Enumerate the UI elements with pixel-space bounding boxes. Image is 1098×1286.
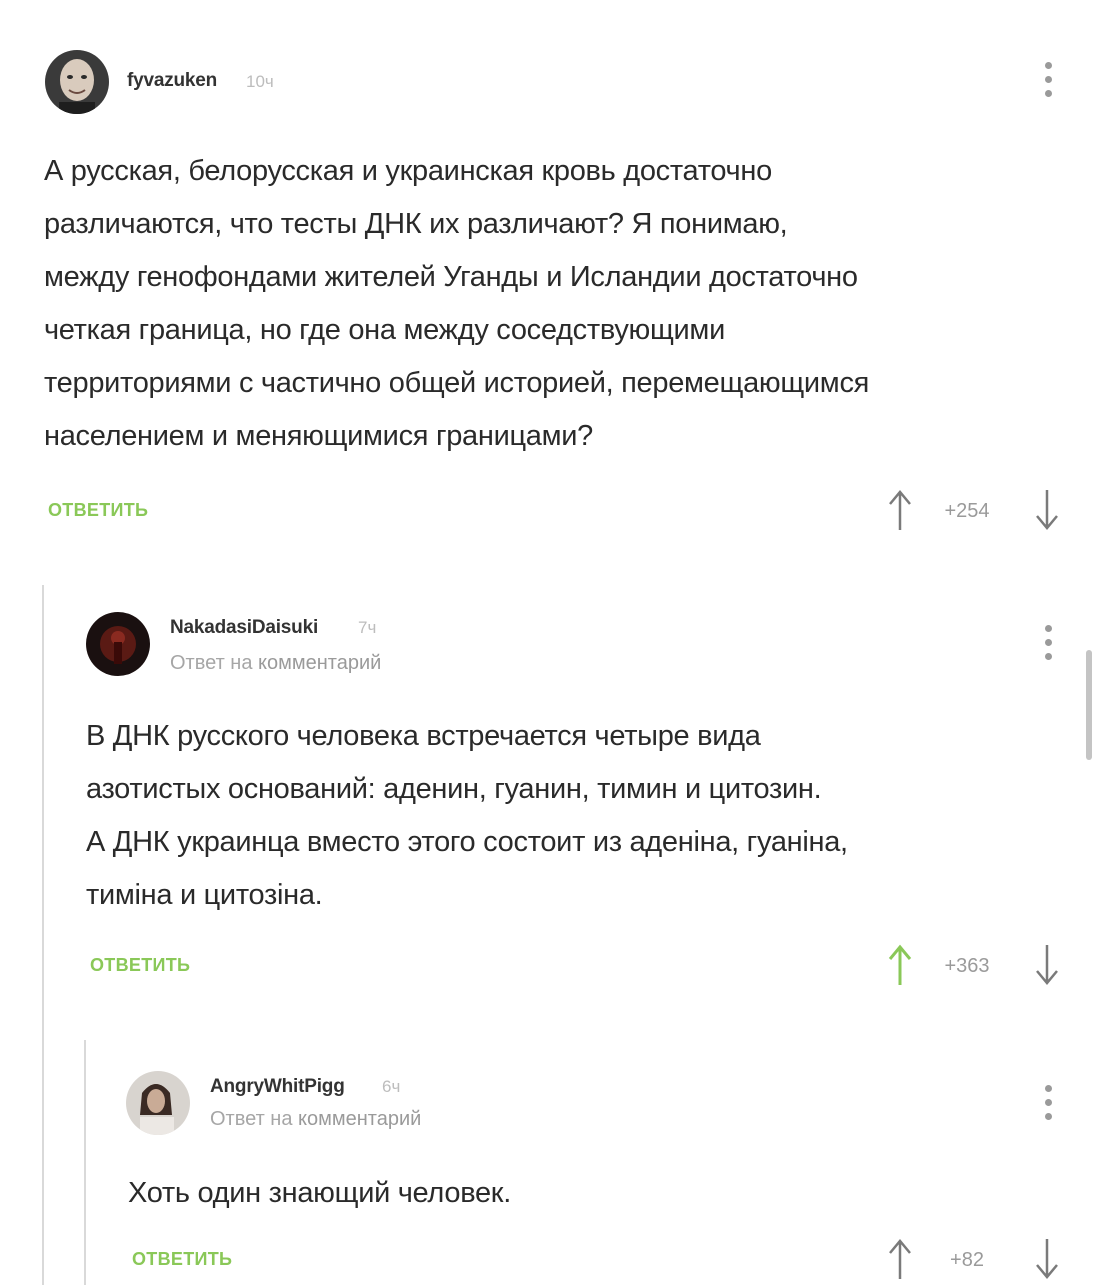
- avatar[interactable]: [126, 1071, 190, 1135]
- comment-text-line: А ДНК украинца вместо этого состоит из а…: [86, 826, 848, 858]
- comment-text-line: В ДНК русского человека встречается четы…: [86, 720, 761, 752]
- comment-text: А русская, белорусская и украинская кров…: [44, 145, 1074, 463]
- comment-text-line: тиміна и цитозіна.: [86, 879, 323, 911]
- reply-to-label: Ответ на комментарий: [170, 652, 381, 675]
- arrow-down-icon[interactable]: [1032, 943, 1062, 987]
- comment-text-line: четкая граница, но где она между соседст…: [44, 314, 725, 346]
- comment-text-line: различаются, что тесты ДНК их различают?…: [44, 208, 788, 240]
- rating: +82: [950, 1249, 984, 1271]
- rating: +254: [944, 500, 990, 522]
- comment-text-line: Хоть один знающий человек.: [128, 1177, 511, 1209]
- reply-button[interactable]: ОТВЕТИТЬ: [132, 1249, 232, 1270]
- reply-to-text: Ответ на: [170, 652, 253, 674]
- reply-button[interactable]: ОТВЕТИТЬ: [48, 500, 148, 521]
- reply-to-text: Ответ на: [210, 1108, 293, 1130]
- avatar[interactable]: [45, 50, 109, 114]
- comment-text-line: А русская, белорусская и украинская кров…: [44, 155, 772, 187]
- arrow-up-icon[interactable]: [885, 1237, 915, 1281]
- reply-button[interactable]: ОТВЕТИТЬ: [90, 955, 190, 976]
- arrow-down-icon[interactable]: [1032, 488, 1062, 532]
- scrollbar[interactable]: [1086, 650, 1092, 760]
- comment-text-line: территориями с частично общей историей, …: [44, 367, 870, 399]
- comment-text: В ДНК русского человека встречается четы…: [86, 710, 1076, 922]
- vertical-dots-icon[interactable]: [1038, 1085, 1058, 1129]
- thread-line: [84, 1040, 86, 1285]
- arrow-up-icon[interactable]: [885, 488, 915, 532]
- username[interactable]: NakadasiDaisuki: [170, 617, 318, 639]
- comment-text: Хоть один знающий человек.: [128, 1167, 1068, 1220]
- comment-time: 7ч: [358, 618, 377, 637]
- avatar[interactable]: [86, 612, 150, 676]
- rating: +363: [944, 955, 990, 977]
- comment-time: 10ч: [246, 72, 274, 91]
- vertical-dots-icon[interactable]: [1038, 625, 1058, 669]
- comment-time: 6ч: [382, 1077, 401, 1096]
- vertical-dots-icon[interactable]: [1038, 62, 1058, 106]
- reply-to-label: Ответ на комментарий: [210, 1108, 421, 1131]
- reply-to-link[interactable]: комментарий: [298, 1108, 421, 1130]
- username[interactable]: fyvazuken: [127, 70, 217, 92]
- thread-line: [42, 585, 44, 1285]
- reply-to-link[interactable]: комментарий: [258, 652, 381, 674]
- username[interactable]: AngryWhitPigg: [210, 1076, 345, 1098]
- comment-text-line: между генофондами жителей Уганды и Ислан…: [44, 261, 858, 293]
- arrow-up-icon[interactable]: [885, 943, 915, 987]
- comment-text-line: азотистых оснований: аденин, гуанин, тим…: [86, 773, 822, 805]
- comment-text-line: населением и меняющимися границами?: [44, 420, 593, 452]
- arrow-down-icon[interactable]: [1032, 1237, 1062, 1281]
